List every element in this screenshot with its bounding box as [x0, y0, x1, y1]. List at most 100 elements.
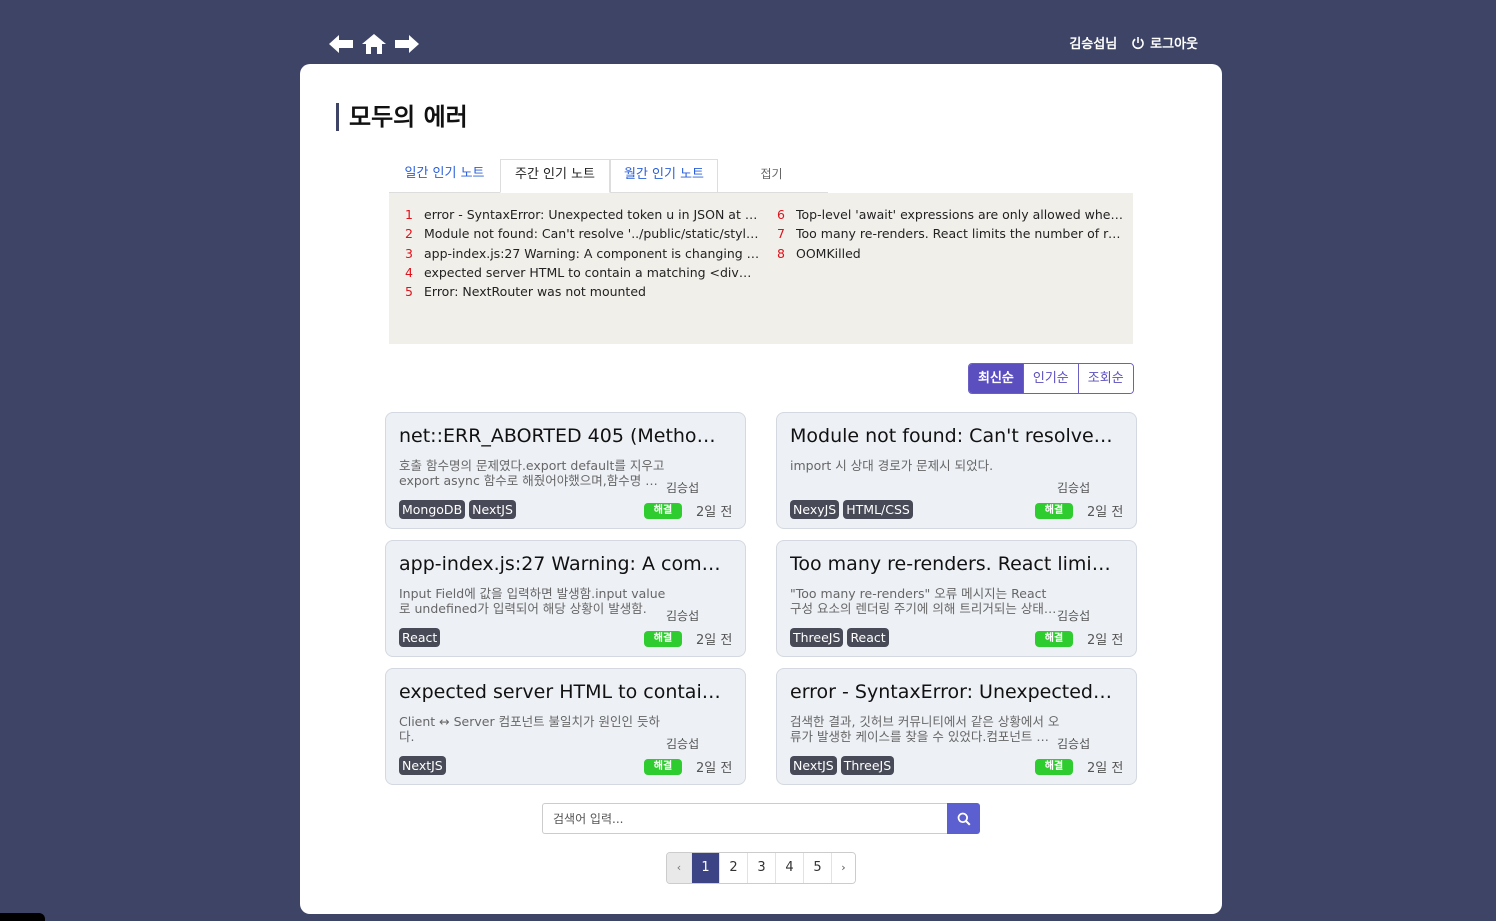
rank-number: 4 — [405, 264, 413, 280]
search-button[interactable] — [947, 803, 980, 834]
forward-arrow-icon[interactable] — [393, 32, 421, 56]
note-author: 김승섭 — [666, 609, 700, 623]
tag[interactable]: React — [847, 628, 889, 647]
rank-title: app-index.js:27 Warning: A component is … — [424, 245, 760, 261]
resolved-badge: 해결 — [1035, 631, 1073, 647]
ranking-item[interactable]: 8 OOMKilled — [777, 244, 1127, 263]
search-icon — [957, 812, 971, 826]
resolved-badge: 해결 — [644, 503, 682, 519]
rank-number: 2 — [405, 226, 413, 242]
ranking-item[interactable]: 2 Module not found: Can't resolve '../pub… — [405, 224, 760, 243]
resolved-badge: 해결 — [1035, 759, 1073, 775]
ranking-item[interactable]: 3 app-index.js:27 Warning: A component is… — [405, 244, 760, 263]
tag[interactable]: HTML/CSS — [843, 500, 913, 519]
rank-title: error - SyntaxError: Unexpected token u … — [424, 207, 760, 222]
ranking-tabs: 일간 인기 노트 주간 인기 노트 월간 인기 노트 접기 — [389, 159, 828, 193]
user-area: 김승섭님 로그아웃 — [1069, 33, 1198, 52]
note-time: 2일 전 — [1087, 761, 1124, 776]
tab-monthly[interactable]: 월간 인기 노트 — [610, 159, 718, 193]
home-icon[interactable] — [361, 32, 387, 56]
rank-number: 6 — [777, 207, 785, 222]
tag-list: NextJS — [399, 756, 446, 775]
rank-number: 5 — [405, 284, 413, 300]
rank-number: 3 — [405, 245, 413, 261]
top-navigation: 김승섭님 로그아웃 — [300, 0, 1222, 64]
prev-page-button[interactable]: ‹ — [667, 853, 691, 883]
tab-weekly[interactable]: 주간 인기 노트 — [500, 159, 610, 193]
ranking-column-right: 6 Top-level 'await' expressions are only … — [777, 205, 1127, 263]
page-button-1[interactable]: 1 — [691, 853, 719, 883]
note-time: 2일 전 — [696, 761, 733, 776]
pagination: ‹ 1 2 3 4 5 › — [666, 852, 856, 884]
tag-list: NextJS ThreeJS — [790, 756, 895, 775]
logout-button[interactable]: 로그아웃 — [1131, 33, 1198, 52]
tag[interactable]: NextJS — [469, 500, 516, 519]
note-time: 2일 전 — [1087, 633, 1124, 648]
rank-title: Top-level 'await' expressions are only a… — [796, 207, 1127, 222]
note-author: 김승섭 — [1057, 737, 1091, 751]
tag[interactable]: React — [399, 628, 441, 647]
main-panel: 모두의 에러 일간 인기 노트 주간 인기 노트 월간 인기 노트 접기 1 er… — [300, 64, 1222, 914]
rank-number: 1 — [405, 207, 413, 222]
sort-views-button[interactable]: 조회순 — [1077, 364, 1133, 393]
ranking-item[interactable]: 1 error - SyntaxError: Unexpected token u… — [405, 205, 760, 224]
rank-title: Too many re-renders. React limits the nu… — [796, 226, 1127, 242]
note-card[interactable]: net::ERR_ABORTED 405 (Method Not Allowed… — [385, 412, 746, 529]
note-title: error - SyntaxError: Unexpected token u … — [790, 681, 1115, 703]
resolved-badge: 해결 — [1035, 503, 1073, 519]
note-title: Module not found: Can't resolve '../publ… — [790, 425, 1115, 447]
ranking-item[interactable]: 7 Too many re-renders. React limits the n… — [777, 224, 1127, 243]
fold-button[interactable]: 접기 — [744, 159, 799, 193]
sort-latest-button[interactable]: 최신순 — [969, 364, 1023, 393]
note-description: 호출 함수명의 문제였다.export default를 지우고 export … — [399, 458, 669, 488]
power-icon — [1132, 36, 1144, 49]
note-description: "Too many re-renders" 오류 메시지는 React 구성 요… — [790, 586, 1060, 616]
tag-list: React — [399, 628, 441, 647]
note-card[interactable]: Module not found: Can't resolve '../publ… — [776, 412, 1137, 529]
search-bar — [542, 803, 980, 834]
page-button-3[interactable]: 3 — [747, 853, 775, 883]
username: 김승섭님 — [1069, 37, 1118, 52]
note-author: 김승섭 — [666, 737, 700, 751]
note-card[interactable]: Too many re-renders. React limits the nu… — [776, 540, 1137, 657]
ranking-column-left: 1 error - SyntaxError: Unexpected token u… — [405, 205, 760, 301]
sort-toggle-group: 최신순 인기순 조회순 — [968, 363, 1134, 394]
search-input[interactable] — [542, 803, 947, 834]
rank-title: OOMKilled — [796, 245, 861, 261]
tag[interactable]: NextJS — [790, 756, 837, 775]
tag[interactable]: MongoDB — [399, 500, 466, 519]
note-description: 검색한 결과, 깃허브 커뮤니티에서 같은 상황에서 오류가 발생한 케이스를 … — [790, 714, 1060, 744]
rank-title: expected server HTML to contain a matchi… — [424, 264, 760, 280]
tag[interactable]: ThreeJS — [790, 628, 844, 647]
tag-list: ThreeJS React — [790, 628, 889, 647]
note-card[interactable]: app-index.js:27 Warning: A component is … — [385, 540, 746, 657]
page-button-4[interactable]: 4 — [775, 853, 803, 883]
rank-title: Error: NextRouter was not mounted — [424, 284, 646, 300]
sort-popular-button[interactable]: 인기순 — [1022, 364, 1078, 393]
ranking-item[interactable]: 5 Error: NextRouter was not mounted — [405, 282, 760, 301]
tag[interactable]: NexyJS — [790, 500, 840, 519]
nav-icons — [327, 32, 421, 56]
tag[interactable]: NextJS — [399, 756, 446, 775]
note-title: expected server HTML to contain a matchi… — [399, 681, 724, 703]
back-arrow-icon[interactable] — [327, 32, 355, 56]
rank-title: Module not found: Can't resolve '../publ… — [424, 226, 760, 242]
note-card[interactable]: error - SyntaxError: Unexpected token u … — [776, 668, 1137, 785]
rank-number: 8 — [777, 245, 785, 261]
note-author: 김승섭 — [666, 481, 700, 495]
page-button-2[interactable]: 2 — [719, 853, 747, 883]
note-card[interactable]: expected server HTML to contain a matchi… — [385, 668, 746, 785]
tag[interactable]: ThreeJS — [840, 756, 895, 775]
note-description: Input Field에 값을 입력하면 발생함.input value로 un… — [399, 586, 666, 616]
note-title: app-index.js:27 Warning: A component is … — [399, 553, 724, 575]
note-author: 김승섭 — [1057, 481, 1091, 495]
next-page-button[interactable]: › — [831, 853, 855, 883]
ranking-item[interactable]: 4 expected server HTML to contain a match… — [405, 263, 760, 282]
corner-widget — [0, 913, 45, 921]
ranking-item[interactable]: 6 Top-level 'await' expressions are only … — [777, 205, 1127, 224]
rank-number: 7 — [777, 226, 785, 242]
page-button-5[interactable]: 5 — [803, 853, 831, 883]
tab-daily[interactable]: 일간 인기 노트 — [389, 159, 500, 193]
logout-label: 로그아웃 — [1150, 37, 1198, 52]
page-title: 모두의 에러 — [336, 103, 468, 131]
